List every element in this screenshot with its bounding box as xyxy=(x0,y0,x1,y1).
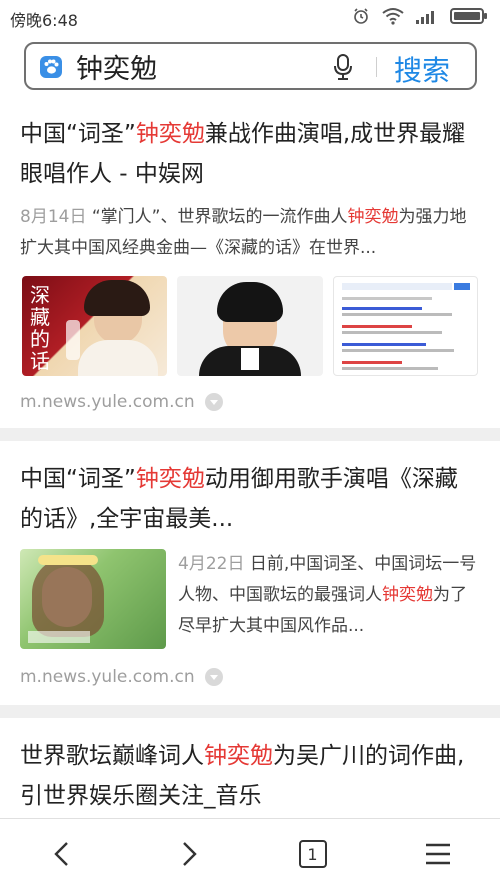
back-icon[interactable] xyxy=(33,824,93,884)
result-date: 4月22日 xyxy=(178,554,245,574)
result-card[interactable]: 世界歌坛巅峰词人钟奕勉为吴广川的词作曲,引世界娱乐圈关注_音乐 xyxy=(0,718,500,816)
source-url[interactable]: m.news.yule.com.cn xyxy=(20,667,195,687)
search-bar: 搜索 xyxy=(24,42,477,90)
chevron-down-icon[interactable] xyxy=(204,393,223,411)
result-image-woman[interactable] xyxy=(20,549,166,649)
search-button[interactable]: 搜索 xyxy=(394,49,450,89)
search-divider xyxy=(376,57,377,77)
divider xyxy=(0,428,500,441)
tab-count: 1 xyxy=(298,840,327,868)
result-title[interactable]: 中国“词圣”钟奕勉动用御用歌手演唱《深藏的话》,全宇宙最美... xyxy=(0,459,500,539)
result-title[interactable]: 中国“词圣”钟奕勉兼战作曲演唱,成世界最耀眼唱作人 - 中娱网 xyxy=(0,114,500,194)
result-card[interactable]: 中国“词圣”钟奕勉兼战作曲演唱,成世界最耀眼唱作人 - 中娱网 8月14日 “掌… xyxy=(0,100,500,424)
result-title[interactable]: 世界歌坛巅峰词人钟奕勉为吴广川的词作曲,引世界娱乐圈关注_音乐 xyxy=(0,736,500,816)
result-card[interactable]: 中国“词圣”钟奕勉动用御用歌手演唱《深藏的话》,全宇宙最美... 4月22日 日… xyxy=(0,441,500,699)
results-list: 中国“词圣”钟奕勉兼战作曲演唱,成世界最耀眼唱作人 - 中娱网 8月14日 “掌… xyxy=(0,100,500,816)
battery-icon xyxy=(450,8,488,24)
bottom-nav: 1 xyxy=(0,818,500,889)
status-time: 傍晚6:48 xyxy=(10,11,78,30)
wifi-icon xyxy=(382,7,404,25)
microphone-icon[interactable] xyxy=(332,53,354,85)
result-media: 4月22日 日前,中国词圣、中国词坛一号人物、中国歌坛的最强词人钟奕勉为了尽早扩… xyxy=(0,549,500,649)
result-source: m.news.yule.com.cn xyxy=(0,380,500,424)
chevron-down-icon[interactable] xyxy=(204,668,223,686)
status-bar: 傍晚6:48 xyxy=(0,0,500,34)
result-date: 8月14日 xyxy=(20,207,87,227)
source-url[interactable]: m.news.yule.com.cn xyxy=(20,392,195,412)
result-image-portrait[interactable] xyxy=(177,276,323,376)
status-icons xyxy=(352,7,488,25)
result-image-singer[interactable]: 深藏的话 xyxy=(22,276,168,376)
baidu-paw-icon xyxy=(40,56,62,78)
image-calligraphy: 深藏的话 xyxy=(30,283,50,373)
forward-icon[interactable] xyxy=(158,824,218,884)
tabs-icon[interactable]: 1 xyxy=(283,824,343,884)
alarm-icon xyxy=(352,7,370,25)
result-image-screenshot[interactable] xyxy=(332,276,478,376)
signal-icon xyxy=(416,8,438,24)
menu-icon[interactable] xyxy=(408,824,468,884)
result-images: 深藏的话 xyxy=(0,276,500,376)
divider xyxy=(0,705,500,718)
result-snippet: 8月14日 “掌门人”、世界歌坛的一流作曲人钟奕勉为强力地扩大其中国风经典金曲—… xyxy=(20,207,467,258)
search-input[interactable] xyxy=(76,50,336,82)
result-source: m.news.yule.com.cn xyxy=(0,655,500,699)
result-snippet: 4月22日 日前,中国词圣、中国词坛一号人物、中国歌坛的最强词人钟奕勉为了尽早扩… xyxy=(178,554,477,636)
